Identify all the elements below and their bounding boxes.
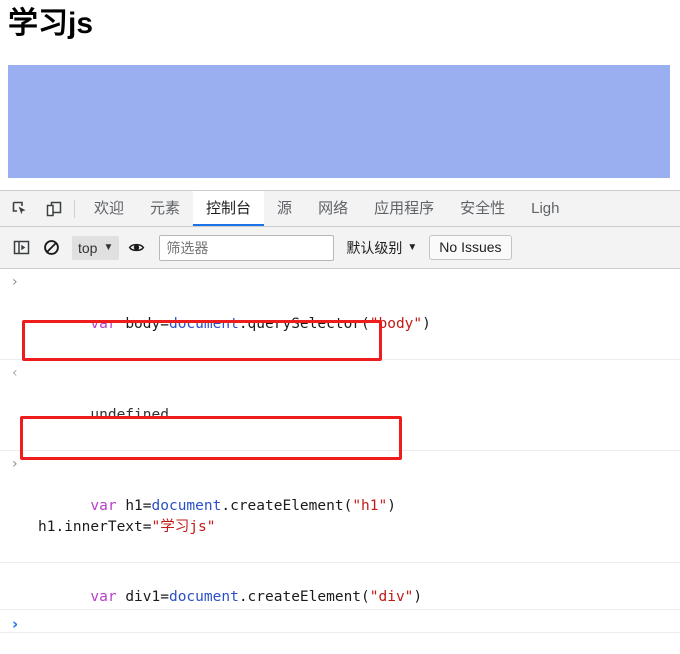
console-input-message[interactable]: › var body=document.querySelector("body"… [0, 269, 680, 360]
inspect-element-icon[interactable] [6, 195, 34, 223]
console-toolbar: top ▼ 默认级别 ▼ No Issues [0, 227, 680, 269]
tab-console[interactable]: 控制台 [193, 191, 265, 226]
tab-network[interactable]: 网络 [305, 191, 361, 226]
console-input-message[interactable]: › var h1=document.createElement("h1") h1… [0, 451, 680, 563]
execution-context-select[interactable]: top ▼ [72, 235, 120, 260]
tab-application[interactable]: 应用程序 [361, 191, 447, 226]
tab-welcome[interactable]: 欢迎 [81, 191, 137, 226]
console-prompt[interactable]: › [0, 609, 680, 639]
tab-lighthouse[interactable]: Ligh [518, 191, 572, 226]
chevron-down-icon: ▼ [103, 242, 114, 253]
rendered-page-area: 学习js [0, 0, 680, 190]
execution-context-label: top [78, 239, 98, 256]
input-arrow-icon: › [12, 274, 18, 290]
console-message-list[interactable]: › var body=document.querySelector("body"… [0, 269, 680, 653]
clear-console-icon[interactable] [38, 235, 64, 261]
tab-sources[interactable]: 源 [264, 191, 305, 226]
device-toolbar-icon[interactable] [40, 195, 68, 223]
tabstrip-divider [74, 199, 75, 218]
output-arrow-icon: ‹ [12, 365, 18, 381]
log-level-select[interactable]: 默认级别 ▼ [346, 238, 417, 258]
console-code-line: var h1=document.createElement("h1") h1.i… [38, 498, 396, 535]
chevron-down-icon: ▼ [407, 242, 418, 253]
tab-elements[interactable]: 元素 [137, 191, 193, 226]
tab-security[interactable]: 安全性 [447, 191, 518, 226]
issues-button[interactable]: No Issues [429, 235, 512, 260]
broken-image-placeholder [8, 65, 670, 178]
console-code-line: var body=document.querySelector("body") [90, 316, 431, 332]
prompt-arrow-icon: › [12, 615, 19, 633]
live-expression-eye-icon[interactable] [123, 235, 149, 261]
log-level-label: 默认级别 [346, 239, 403, 256]
devtools-tabstrip: 欢迎 元素 控制台 源 网络 应用程序 安全性 Ligh [0, 191, 680, 227]
console-result-value: undefined [90, 407, 169, 423]
console-result-message: ‹ undefined [0, 360, 680, 451]
input-arrow-icon: › [12, 456, 18, 472]
console-filter-input[interactable] [159, 234, 335, 261]
console-sidebar-icon[interactable] [8, 235, 34, 261]
console-code-line: var div1=document.createElement("div") [90, 589, 423, 605]
page-title: 学习js [8, 7, 94, 40]
devtools-panel: 欢迎 元素 控制台 源 网络 应用程序 安全性 Ligh top ▼ 筛选器 默… [0, 190, 680, 654]
